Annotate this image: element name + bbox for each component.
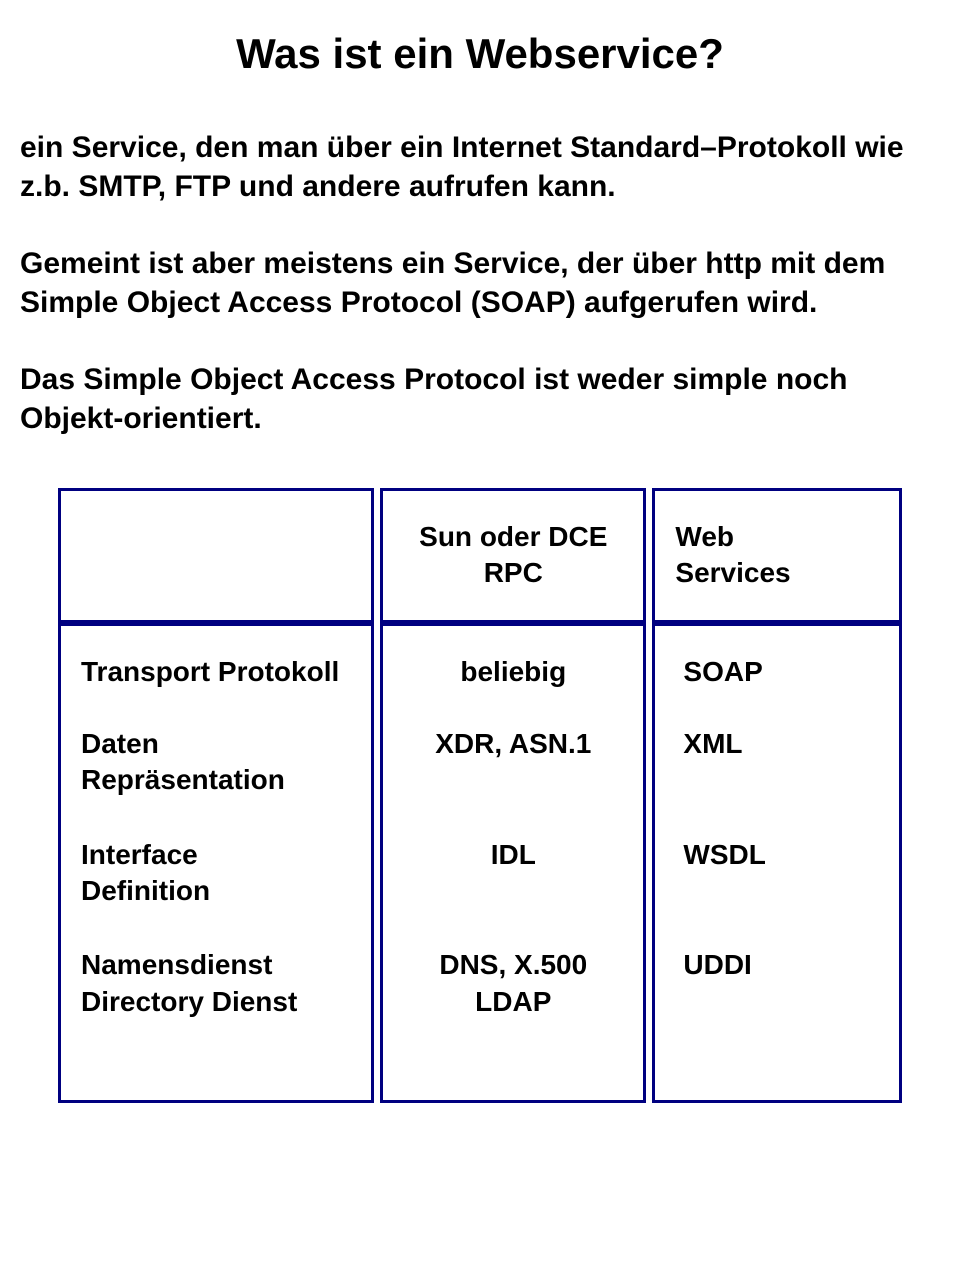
ws-data-value: XML — [683, 726, 879, 762]
label-interface: Interface Definition — [81, 837, 351, 910]
header-ws-line1: Web — [675, 519, 879, 555]
table-body-row: Transport Protokoll Daten Repräsentation… — [58, 623, 902, 1103]
rpc-data-value: XDR, ASN.1 — [403, 726, 623, 762]
paragraph-1: ein Service, den man über ein Internet S… — [20, 128, 940, 206]
label-naming: Namensdienst Directory Dienst — [81, 947, 351, 1020]
rpc-naming: DNS, X.500 LDAP — [403, 947, 623, 1020]
body-cell-labels: Transport Protokoll Daten Repräsentation… — [58, 623, 374, 1103]
rpc-interface-value: IDL — [403, 837, 623, 873]
rpc-naming-line2: LDAP — [403, 984, 623, 1020]
paragraph-2: Gemeint ist aber meistens ein Service, d… — [20, 244, 940, 322]
ws-interface-value: WSDL — [683, 837, 879, 873]
header-rpc-line2: RPC — [403, 555, 623, 591]
ws-naming: UDDI — [683, 947, 879, 1020]
header-rpc-line1: Sun oder DCE — [403, 519, 623, 555]
rpc-transport: beliebig — [403, 656, 623, 688]
paragraph-3: Das Simple Object Access Protocol ist we… — [20, 360, 940, 438]
page-title: Was ist ein Webservice? — [20, 30, 940, 78]
label-naming-line1: Namensdienst — [81, 947, 351, 983]
rpc-naming-line1: DNS, X.500 — [403, 947, 623, 983]
ws-transport: SOAP — [683, 656, 879, 688]
label-interface-line2: Definition — [81, 873, 351, 909]
header-cell-rpc: Sun oder DCE RPC — [380, 488, 646, 623]
table-header-row: Sun oder DCE RPC Web Services — [58, 488, 902, 623]
header-cell-webservices: Web Services — [652, 488, 902, 623]
label-transport: Transport Protokoll — [81, 656, 351, 688]
header-cell-empty — [58, 488, 374, 623]
rpc-data: XDR, ASN.1 — [403, 726, 623, 799]
body-cell-webservices: SOAP XML WSDL UDDI — [652, 623, 902, 1103]
ws-naming-value: UDDI — [683, 947, 879, 983]
label-interface-line1: Interface — [81, 837, 351, 873]
body-cell-rpc: beliebig XDR, ASN.1 IDL DNS, X.500 LDAP — [380, 623, 646, 1103]
ws-interface: WSDL — [683, 837, 879, 910]
label-data-line1: Daten — [81, 726, 351, 762]
rpc-interface: IDL — [403, 837, 623, 910]
label-data-line2: Repräsentation — [81, 762, 351, 798]
header-ws-line2: Services — [675, 555, 879, 591]
label-data-repr: Daten Repräsentation — [81, 726, 351, 799]
label-naming-line2: Directory Dienst — [81, 984, 351, 1020]
ws-data: XML — [683, 726, 879, 799]
comparison-table: Sun oder DCE RPC Web Services Transport … — [20, 488, 940, 1103]
